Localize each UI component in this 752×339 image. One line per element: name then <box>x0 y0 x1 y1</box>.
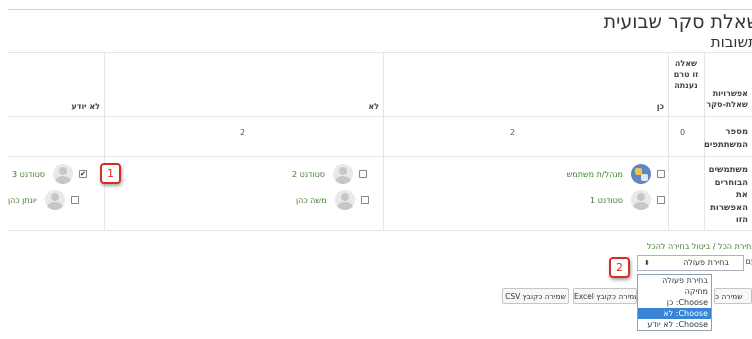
header-options: אפשרויות שאלת-סקר <box>706 89 748 109</box>
table-divider <box>668 53 669 230</box>
link-separator: / <box>712 242 716 251</box>
header-not-answered: שאלה זו טרם נענתה <box>673 59 699 90</box>
action-select[interactable]: בחירת פעולה ⬍ <box>637 255 744 271</box>
select-arrows-icon: ⬍ <box>644 259 650 267</box>
action-select-value: בחירת פעולה <box>683 258 729 267</box>
header-dont-know: לא יודע <box>71 102 100 111</box>
table-divider <box>383 53 384 230</box>
table-divider <box>8 230 752 231</box>
count-not-answered: 0 <box>680 128 686 137</box>
page-subtitle: תשובות <box>710 33 752 51</box>
table-divider <box>8 116 752 117</box>
download-csv-button[interactable]: שמירה כקובץ CSV <box>502 288 569 304</box>
dropdown-option[interactable]: Choose: לא יודע <box>638 319 711 330</box>
user-checkbox[interactable] <box>70 196 79 204</box>
avatar[interactable] <box>631 164 651 184</box>
user-checkbox[interactable] <box>358 170 367 178</box>
select-all-link[interactable]: בחירת הכל <box>718 242 752 251</box>
user-entry: מנהל/ת משתמש <box>567 163 665 185</box>
deselect-all-link[interactable]: ביטול בחירה להכל <box>647 242 710 251</box>
avatar[interactable] <box>334 190 355 210</box>
avatar[interactable] <box>44 190 65 210</box>
responses-table: אפשרויות שאלת-סקר שאלה זו טרם נענתה כן ל… <box>8 52 752 231</box>
user-entry: סטודנט 1 <box>590 189 665 211</box>
user-checkbox-checked[interactable]: ✔ <box>78 170 87 178</box>
callout-marker-2: 2 <box>609 257 630 278</box>
avatar[interactable] <box>52 164 73 184</box>
user-name-link[interactable]: יונתן כהן <box>8 196 37 205</box>
user-checkbox[interactable] <box>360 196 369 204</box>
callout-marker-1: 1 <box>100 163 121 184</box>
user-entry: סטודנט 2 <box>292 163 367 185</box>
avatar[interactable] <box>332 164 353 184</box>
user-entry: משה כהן <box>296 189 369 211</box>
row-label-participants: מספר המשתתפים <box>703 127 748 150</box>
count-no: 2 <box>240 128 246 137</box>
user-checkbox[interactable] <box>657 170 665 178</box>
table-divider <box>8 156 752 157</box>
action-dropdown-list: בחירת פעולה מחיקה Choose: כן Choose: לא … <box>637 274 712 331</box>
user-name-link[interactable]: מנהל/ת משתמש <box>567 170 623 179</box>
user-name-link[interactable]: סטודנט 2 <box>292 170 325 179</box>
page-title: שאלת סקר שבועית <box>603 11 752 33</box>
dropdown-option[interactable]: בחירת פעולה <box>638 275 711 286</box>
table-divider <box>104 53 105 230</box>
user-name-link[interactable]: משה כהן <box>296 196 327 205</box>
avatar[interactable] <box>631 190 651 210</box>
dropdown-option[interactable]: Choose: כן <box>638 297 711 308</box>
download-excel-button[interactable]: שמירה כקובץ Excel <box>573 288 637 304</box>
user-name-link[interactable]: סטודנט 3 <box>12 170 45 179</box>
selection-links: בחירת הכל / ביטול בחירה להכל <box>647 242 752 251</box>
download-ods-button[interactable]: שמירה כ <box>714 288 752 304</box>
header-no: לא <box>368 102 379 111</box>
row-label-users: משתמשים הבוחרים את האפשרות הזו <box>708 165 748 225</box>
user-entry: סטודנט 3 ✔ <box>12 163 87 185</box>
header-divider <box>8 9 752 10</box>
dropdown-option[interactable]: מחיקה <box>638 286 711 297</box>
count-yes: 2 <box>510 128 516 137</box>
dropdown-option-selected[interactable]: Choose: לא <box>638 308 711 319</box>
header-yes: כן <box>656 102 664 111</box>
user-name-link[interactable]: סטודנט 1 <box>590 196 623 205</box>
user-entry: יונתן כהן <box>8 189 79 211</box>
user-checkbox[interactable] <box>657 196 665 204</box>
